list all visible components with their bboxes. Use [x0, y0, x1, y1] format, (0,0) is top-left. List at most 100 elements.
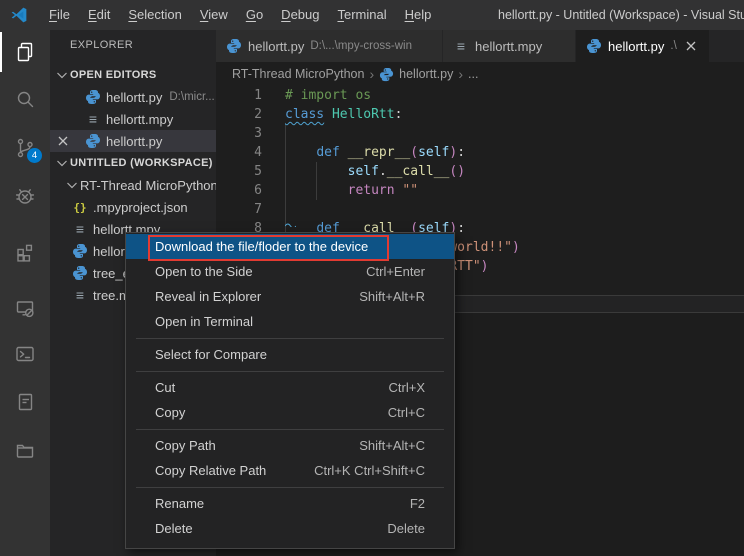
line-number: 3	[216, 124, 262, 143]
menu-item-shortcut: Ctrl+K Ctrl+Shift+C	[314, 463, 425, 478]
tab-bar: hellortt.pyD:\...\mpy-cross-win ≡ hellortt…	[216, 30, 744, 62]
file-label: .mpyproject.json	[93, 200, 188, 215]
menu-item-label: Copy Path	[155, 438, 216, 453]
chevron-down-icon[interactable]	[54, 155, 70, 171]
activity-bar: 4	[0, 30, 50, 556]
folder-label: RT-Thread MicroPython	[80, 178, 216, 193]
breadcrumb-item[interactable]: RT-Thread MicroPython	[232, 67, 364, 81]
chevron-down-icon[interactable]	[54, 67, 70, 83]
code-line: 4 def __repr__(self):	[216, 143, 744, 162]
menu-item-shortcut: F2	[410, 496, 425, 511]
context-menu: Download the file/floder to the deviceOp…	[125, 232, 455, 549]
active-view-indicator	[0, 32, 2, 72]
breadcrumb-item[interactable]: hellortt.py	[399, 67, 453, 81]
scm-badge: 4	[27, 148, 42, 163]
context-menu-item-open-in-terminal[interactable]: Open in Terminal	[126, 309, 454, 334]
tab-label: hellortt.mpy	[475, 39, 542, 54]
menu-item-shortcut: Delete	[387, 521, 425, 536]
activity-explorer-icon[interactable]	[13, 40, 37, 64]
code-line: 3	[216, 124, 744, 143]
close-tab-icon[interactable]	[683, 38, 699, 54]
activity-folder-explorer-icon[interactable]	[13, 438, 37, 462]
context-menu-item-delete[interactable]: DeleteDelete	[126, 516, 454, 541]
code-line: 6 return ""	[216, 181, 744, 200]
section-open-editors[interactable]: OPEN EDITORS	[50, 64, 216, 86]
activity-extensions-icon[interactable]	[13, 240, 37, 264]
line-number: 1	[216, 86, 262, 105]
tree-folder-rt-thread[interactable]: RT-Thread MicroPython	[50, 174, 216, 196]
menubar-item-go[interactable]: Go	[237, 0, 272, 30]
menubar-item-file[interactable]: File	[40, 0, 79, 30]
window-title: hellortt.py - Untitled (Workspace) - Vis…	[498, 0, 744, 30]
code-text: self.__call__()	[285, 162, 465, 181]
menubar-item-debug[interactable]: Debug	[272, 0, 328, 30]
context-menu-item-copy-relative-path[interactable]: Copy Relative PathCtrl+K Ctrl+Shift+C	[126, 458, 454, 483]
section-label: OPEN EDITORS	[70, 69, 157, 81]
menu-separator	[126, 483, 454, 491]
code-line: 5 self.__call__()	[216, 162, 744, 181]
menubar-item-edit[interactable]: Edit	[79, 0, 119, 30]
json-file-icon: {}	[72, 199, 88, 215]
menu-item-shortcut: Shift+Alt+C	[359, 438, 425, 453]
menubar-item-selection[interactable]: Selection	[119, 0, 190, 30]
menu-separator	[126, 334, 454, 342]
close-editor-icon[interactable]	[55, 133, 71, 149]
python-file-icon	[226, 38, 242, 54]
line-number: 5	[216, 162, 262, 181]
vscode-logo-icon	[10, 6, 28, 24]
context-menu-item-copy-path[interactable]: Copy Path Shift+Alt+C	[126, 433, 454, 458]
section-label: UNTITLED (WORKSPACE)	[70, 157, 213, 169]
context-menu-item-select-for-compare[interactable]: Select for Compare	[126, 342, 454, 367]
tree-item[interactable]: {} .mpyproject.json	[50, 196, 216, 218]
code-line: 2 class HelloRtt:	[216, 105, 744, 124]
menubar-item-help[interactable]: Help	[396, 0, 441, 30]
context-menu-item-cut[interactable]: CutCtrl+X	[126, 375, 454, 400]
open-editor-item[interactable]: hellortt.py	[50, 130, 216, 152]
menubar-item-terminal[interactable]: Terminal	[328, 0, 395, 30]
context-menu-item-copy[interactable]: CopyCtrl+C	[126, 400, 454, 425]
mpy-file-icon: ≡	[85, 111, 101, 127]
open-editor-item[interactable]: ≡hellortt.mpy	[50, 108, 216, 130]
section-workspace[interactable]: UNTITLED (WORKSPACE)	[50, 152, 216, 174]
python-file-icon	[85, 89, 101, 105]
file-label: hellortt.py	[106, 134, 162, 149]
activity-debug-icon[interactable]	[13, 184, 37, 208]
context-menu-item-download-the-file-floder-to-the-device[interactable]: Download the file/floder to the device	[126, 234, 454, 259]
breadcrumb: RT-Thread MicroPython › hellortt.py ›...	[216, 62, 744, 86]
file-label: hellortt.py	[106, 90, 162, 105]
tab-hellortt.py[interactable]: hellortt.py .\	[576, 30, 710, 62]
code-text: class HelloRtt:	[285, 105, 402, 124]
title-bar: FileEditSelectionViewGoDebugTerminalHelp…	[0, 0, 744, 30]
menu-item-shortcut: Ctrl+X	[389, 380, 425, 395]
menu-item-label: Rename	[155, 496, 204, 511]
context-menu-item-open-to-the-side[interactable]: Open to the SideCtrl+Enter	[126, 259, 454, 284]
activity-terminal-icon[interactable]	[13, 342, 37, 366]
python-file-icon	[379, 67, 394, 82]
menu-separator	[126, 367, 454, 375]
context-menu-item-reveal-in-explorer[interactable]: Reveal in ExplorerShift+Alt+R	[126, 284, 454, 309]
chevron-down-icon[interactable]	[64, 177, 80, 193]
activity-search-icon[interactable]	[13, 88, 37, 112]
breadcrumb-separator-icon: ›	[458, 66, 463, 82]
menu-item-label: Open to the Side	[155, 264, 253, 279]
tab-label: hellortt.py	[248, 39, 304, 54]
line-number: 2	[216, 105, 262, 124]
mpy-file-icon: ≡	[453, 38, 469, 54]
tab-hellortt.mpy[interactable]: ≡ hellortt.mpy	[443, 30, 576, 62]
breadcrumb-item[interactable]: ...	[468, 67, 478, 81]
open-editor-item[interactable]: hellortt.pyD:\micr...	[50, 86, 216, 108]
activity-remote-device-icon[interactable]	[13, 296, 37, 320]
tab-hellortt.py[interactable]: hellortt.pyD:\...\mpy-cross-win	[216, 30, 443, 62]
line-number: 6	[216, 181, 262, 200]
menu-separator	[126, 425, 454, 433]
menu-bar: FileEditSelectionViewGoDebugTerminalHelp	[40, 0, 440, 30]
context-menu-item-rename[interactable]: Rename F2	[126, 491, 454, 516]
tab-label: hellortt.py	[608, 39, 664, 54]
menu-item-shortcut: Shift+Alt+R	[359, 289, 425, 304]
menubar-item-view[interactable]: View	[191, 0, 237, 30]
activity-output-icon[interactable]	[13, 390, 37, 414]
tab-path-hint: .\	[670, 40, 676, 52]
code-text: # import os	[285, 86, 371, 105]
menu-item-label: Select for Compare	[155, 347, 267, 362]
breadcrumb-separator-icon: ›	[369, 66, 374, 82]
